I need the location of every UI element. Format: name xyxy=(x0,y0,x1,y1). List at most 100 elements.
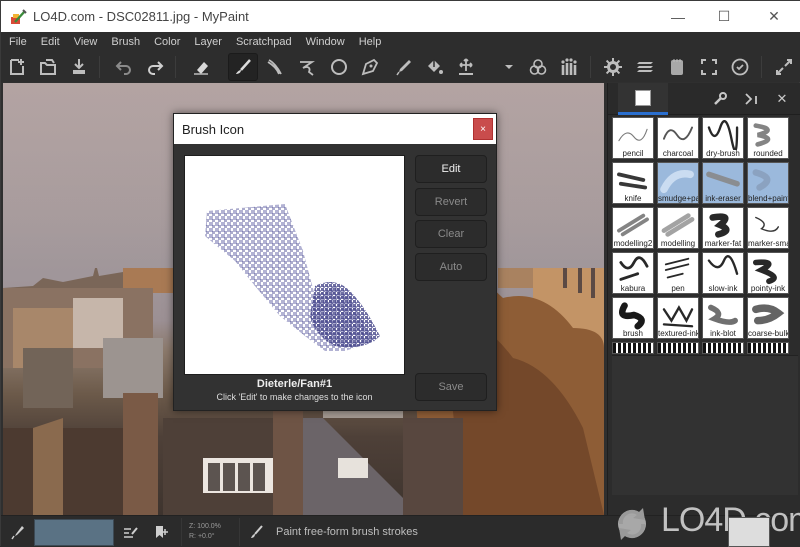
redo-button[interactable] xyxy=(143,55,167,79)
detach-panel-button[interactable] xyxy=(743,91,759,107)
scratchpad-button[interactable] xyxy=(665,55,689,79)
brush-marker-small[interactable]: marker-small xyxy=(747,207,789,249)
close-panel-button[interactable]: ✕ xyxy=(774,91,790,107)
toolbar-separator xyxy=(590,56,591,78)
inking-button[interactable] xyxy=(263,55,287,79)
fullscreen-button[interactable] xyxy=(697,55,721,79)
brush-pointy-ink[interactable]: pointy-ink xyxy=(747,252,789,294)
brush-blend-paint[interactable]: blend+paint xyxy=(747,162,789,204)
revert-button[interactable]: Revert xyxy=(415,188,487,216)
brush-name-label: Dieterle/Fan#1 xyxy=(256,378,333,390)
brush-label: dry-brush xyxy=(706,149,740,158)
brush-modelling2[interactable]: modelling2 xyxy=(612,207,654,249)
brush-settings-button[interactable] xyxy=(712,91,728,107)
dialog-title-bar: Brush Icon × xyxy=(174,114,496,144)
brush-stroke-preview-icon xyxy=(707,255,739,275)
brush-modelling[interactable]: modelling xyxy=(657,207,699,249)
save-file-button[interactable] xyxy=(67,55,91,79)
brush-smudge-paint[interactable]: smudge+paint xyxy=(657,162,699,204)
brush-rounded[interactable]: rounded xyxy=(747,117,789,159)
color-picker-status-button[interactable] xyxy=(10,524,26,540)
main-toolbar xyxy=(1,52,800,82)
dialog-close-button[interactable]: × xyxy=(473,118,493,140)
minimize-button[interactable]: — xyxy=(655,1,701,32)
eraser-button[interactable] xyxy=(189,55,213,79)
brush-partial-row-item[interactable] xyxy=(657,342,699,354)
rotation-level: R: +0.0° xyxy=(189,533,215,540)
brush-editor-button[interactable] xyxy=(122,524,138,540)
brush-brush[interactable]: brush xyxy=(612,297,654,339)
edit-button[interactable]: Edit xyxy=(415,155,487,183)
pen-nib-button[interactable] xyxy=(358,55,382,79)
brush-dry-brush[interactable]: dry-brush xyxy=(702,117,744,159)
redo-icon xyxy=(148,61,164,75)
brush-partial-row-item[interactable] xyxy=(747,342,789,354)
edit-lines-icon xyxy=(124,527,138,538)
settings-button[interactable] xyxy=(601,55,625,79)
new-document-button[interactable] xyxy=(5,55,29,79)
brush-coarse-bulk-3[interactable]: coarse-bulk-3 xyxy=(747,297,789,339)
menu-file[interactable]: File xyxy=(9,36,27,48)
current-tool-indicator xyxy=(248,524,264,540)
expand-button[interactable] xyxy=(772,55,796,79)
maximize-button[interactable]: ☐ xyxy=(701,1,747,32)
color-wheel-button[interactable] xyxy=(526,55,550,79)
brush-kabura[interactable]: kabura xyxy=(612,252,654,294)
clear-button[interactable]: Clear xyxy=(415,220,487,248)
scribble-icon xyxy=(300,61,315,76)
brush-icon-dialog: Brush Icon × Edit Revert Clear Auto Save… xyxy=(173,113,497,411)
brush-pen[interactable]: pen xyxy=(657,252,699,294)
menu-edit[interactable]: Edit xyxy=(41,36,60,48)
brush-ink-blot[interactable]: ink-blot xyxy=(702,297,744,339)
menu-color[interactable]: Color xyxy=(154,36,180,48)
brush-marker-fat[interactable]: marker-fat xyxy=(702,207,744,249)
layers-button[interactable] xyxy=(633,55,657,79)
brush-stroke-preview-icon xyxy=(664,257,690,279)
brush-knife[interactable]: knife xyxy=(612,162,654,204)
brush-ink-eraser[interactable]: ink-eraser xyxy=(702,162,744,204)
brush-grid: pencil charcoal dry-brush rounded knife smudg… xyxy=(612,117,796,384)
menu-brush[interactable]: Brush xyxy=(111,36,140,48)
move-layer-button[interactable] xyxy=(454,55,478,79)
save-button[interactable]: Save xyxy=(415,373,487,401)
brush-textured-ink[interactable]: textured-ink xyxy=(657,297,699,339)
color-picker-button[interactable] xyxy=(392,55,416,79)
freehand-brush-button[interactable] xyxy=(228,53,258,81)
brush-partial-row-item[interactable] xyxy=(612,342,654,354)
menu-layer[interactable]: Layer xyxy=(194,36,222,48)
zoom-rotation-readout: Z: 100.0% R: +0.0° xyxy=(189,522,221,542)
brush-label: pen xyxy=(671,284,685,293)
tools-dropdown-button[interactable] xyxy=(497,55,521,79)
add-bookmark-button[interactable] xyxy=(153,524,169,540)
menu-help[interactable]: Help xyxy=(359,36,382,48)
brush-pencil[interactable]: pencil xyxy=(612,117,654,159)
close-window-button[interactable]: ✕ xyxy=(751,1,797,32)
freehand-brush-icon xyxy=(236,59,251,74)
brushes-button[interactable] xyxy=(557,55,581,79)
close-icon: ✕ xyxy=(768,8,780,24)
current-color-swatch[interactable] xyxy=(34,519,114,546)
new-document-icon xyxy=(10,59,24,75)
color-wheel-icon xyxy=(529,59,547,75)
bookmark-add-icon xyxy=(156,526,168,538)
title-bar: LO4D.com - DSC02811.jpg - MyPaint — ☐ ✕ xyxy=(1,1,800,32)
brush-slow-ink[interactable]: slow-ink xyxy=(702,252,744,294)
brush-charcoal[interactable]: charcoal xyxy=(657,117,699,159)
auto-button[interactable]: Auto xyxy=(415,253,487,281)
undo-button[interactable] xyxy=(112,55,136,79)
fill-bucket-button[interactable] xyxy=(422,55,446,79)
menu-view[interactable]: View xyxy=(74,36,98,48)
history-button[interactable] xyxy=(728,55,752,79)
menu-window[interactable]: Window xyxy=(306,36,345,48)
brush-stroke-preview-icon xyxy=(661,213,695,237)
brush-partial-row-item[interactable] xyxy=(702,342,744,354)
scribble-button[interactable] xyxy=(295,55,319,79)
tab-brushes[interactable] xyxy=(618,83,668,115)
dialog-title: Brush Icon xyxy=(182,121,245,137)
open-file-button[interactable] xyxy=(36,55,60,79)
menu-scratchpad[interactable]: Scratchpad xyxy=(236,36,292,48)
expand-icon xyxy=(776,59,792,75)
scratchpad-icon xyxy=(671,59,683,75)
fan-brush-stroke-image xyxy=(205,204,380,351)
ellipse-button[interactable] xyxy=(327,55,351,79)
